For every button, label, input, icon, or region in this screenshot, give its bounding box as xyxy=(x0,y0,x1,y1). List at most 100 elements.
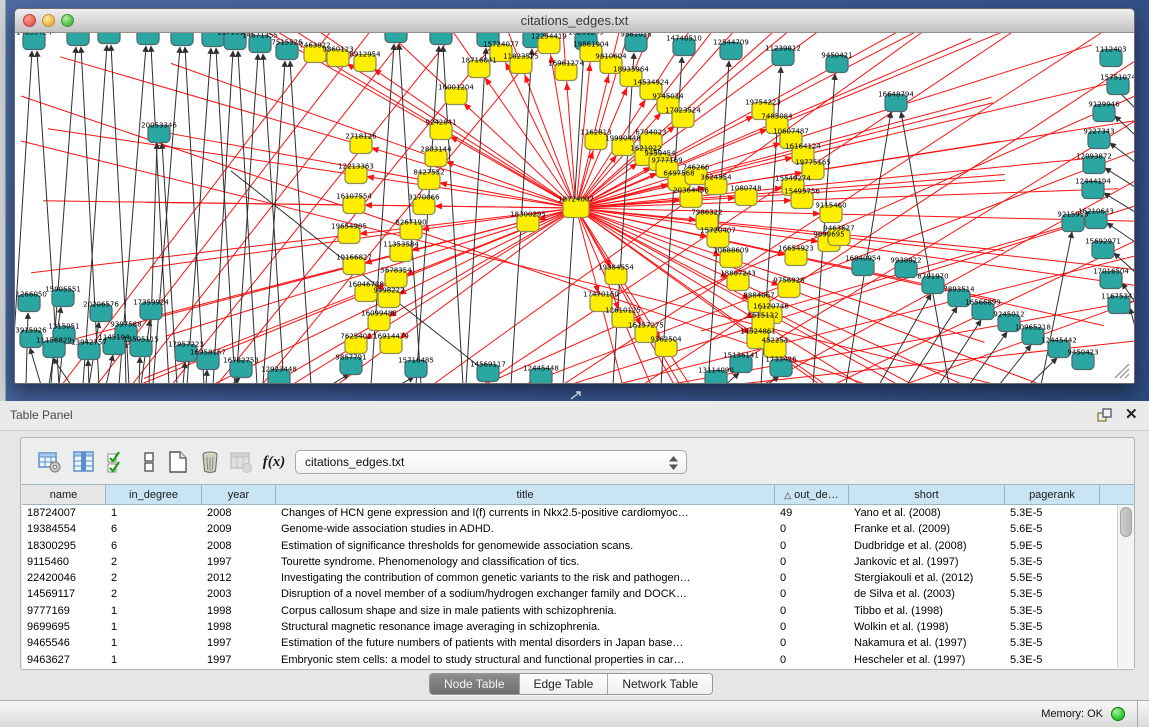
column-header-pagerank[interactable]: pagerank xyxy=(1005,485,1100,504)
table-cell[interactable]: 14569117 xyxy=(22,586,106,602)
table-cell[interactable]: 9777169 xyxy=(22,603,106,619)
table-cell[interactable]: Tourette syndrome. Phenomenology and cla… xyxy=(276,554,775,570)
table-cell[interactable]: 0 xyxy=(775,603,849,619)
table-cell[interactable]: 1 xyxy=(106,635,202,651)
table-cell[interactable]: 0 xyxy=(775,570,849,586)
table-cell[interactable]: 22420046 xyxy=(22,570,106,586)
citation-network-graph[interactable]: 1405572420691406946554610653267152760269… xyxy=(15,33,1134,383)
table-cell[interactable]: 2003 xyxy=(202,586,276,602)
table-cell[interactable]: 2 xyxy=(106,570,202,586)
table-cell[interactable]: Changes of HCN gene expression and I(f) … xyxy=(276,505,775,521)
column-header-name[interactable]: name xyxy=(22,485,106,504)
table-cell[interactable]: 5.9E-5 xyxy=(1005,538,1100,554)
table-cell[interactable]: 0 xyxy=(775,554,849,570)
table-cell[interactable]: 0 xyxy=(775,635,849,651)
table-cell[interactable]: 0 xyxy=(775,586,849,602)
table-cell[interactable]: 5.3E-5 xyxy=(1005,586,1100,602)
table-cell[interactable]: 1 xyxy=(106,603,202,619)
table-cell[interactable]: 5.6E-5 xyxy=(1005,521,1100,537)
table-cell[interactable]: 1 xyxy=(106,505,202,521)
column-header-in_degree[interactable]: in_degree xyxy=(106,485,202,504)
table-cell[interactable]: 5.3E-5 xyxy=(1005,619,1100,635)
table-cell[interactable]: 0 xyxy=(775,521,849,537)
table-cell[interactable]: Nakamura et al. (1997) xyxy=(849,635,1005,651)
table-cell[interactable]: Disruption of a novel member of a sodium… xyxy=(276,586,775,602)
column-header-short[interactable]: short xyxy=(849,485,1005,504)
table-cell[interactable]: 9463627 xyxy=(22,652,106,668)
table-cell[interactable]: Investigating the contribution of common… xyxy=(276,570,775,586)
table-cell[interactable]: 2 xyxy=(106,586,202,602)
table-cell[interactable]: 9699695 xyxy=(22,619,106,635)
create-table-icon[interactable] xyxy=(165,449,191,475)
table-cell[interactable]: Stergiakouli et al. (2012) xyxy=(849,570,1005,586)
network-window-titlebar[interactable]: citations_edges.txt xyxy=(15,9,1134,33)
table-cell[interactable]: 0 xyxy=(775,619,849,635)
row-height-icon[interactable] xyxy=(136,449,162,475)
table-cell[interactable]: Hescheler et al. (1997) xyxy=(849,652,1005,668)
table-row[interactable]: 969969511998Structural magnetic resonanc… xyxy=(22,619,1134,635)
table-row[interactable]: 977716911998Corpus callosum shape and si… xyxy=(22,603,1134,619)
table-cell[interactable]: 2 xyxy=(106,554,202,570)
graph-node[interactable] xyxy=(98,33,120,44)
table-cell[interactable]: 0 xyxy=(775,652,849,668)
graph-node[interactable] xyxy=(171,33,193,46)
table-row[interactable]: 1830029562008Estimation of significance … xyxy=(22,538,1134,554)
table-cell[interactable]: Tibbo et al. (1998) xyxy=(849,603,1005,619)
table-cell[interactable]: 2008 xyxy=(202,538,276,554)
table-row[interactable]: 2242004622012Investigating the contribut… xyxy=(22,570,1134,586)
column-header-out_de[interactable]: △out_de… xyxy=(775,485,849,504)
table-cell[interactable]: Structural magnetic resonance image aver… xyxy=(276,619,775,635)
table-cell[interactable]: Jankovic et al. (1997) xyxy=(849,554,1005,570)
table-row[interactable]: 911546021997Tourette syndrome. Phenomeno… xyxy=(22,554,1134,570)
function-builder-icon[interactable]: f(x) xyxy=(261,449,287,475)
select-columns-icon[interactable] xyxy=(104,449,130,475)
show-columns-icon[interactable] xyxy=(71,449,97,475)
table-cell[interactable]: 1 xyxy=(106,652,202,668)
table-cell[interactable]: 5.3E-5 xyxy=(1005,635,1100,651)
table-cell[interactable]: 1 xyxy=(106,619,202,635)
table-cell[interactable]: Franke et al. (2009) xyxy=(849,521,1005,537)
table-cell[interactable]: 1997 xyxy=(202,652,276,668)
table-cell[interactable]: 5.5E-5 xyxy=(1005,570,1100,586)
table-cell[interactable]: 5.3E-5 xyxy=(1005,505,1100,521)
delete-table-icon[interactable] xyxy=(197,449,223,475)
close-panel-icon[interactable]: ✕ xyxy=(1125,407,1141,423)
network-canvas[interactable]: 1405572420691406946554610653267152760269… xyxy=(15,33,1134,383)
table-row[interactable]: 946362711997Embryonic stem cells: a mode… xyxy=(22,652,1134,668)
table-cell[interactable]: Yano et al. (2008) xyxy=(849,505,1005,521)
float-panel-icon[interactable] xyxy=(1097,407,1113,423)
table-cell[interactable]: 2009 xyxy=(202,521,276,537)
table-cell[interactable]: 9115460 xyxy=(22,554,106,570)
table-cell[interactable]: Dudbridge et al. (2008) xyxy=(849,538,1005,554)
table-cell[interactable]: Embryonic stem cells: a model to study s… xyxy=(276,652,775,668)
table-scrollbar[interactable] xyxy=(1117,505,1134,668)
table-cell[interactable]: 1997 xyxy=(202,554,276,570)
table-cell[interactable]: de Silva et al. (2003) xyxy=(849,586,1005,602)
table-body[interactable]: 1872400712008Changes of HCN gene express… xyxy=(22,505,1134,668)
table-cell[interactable]: 1997 xyxy=(202,635,276,651)
table-row[interactable]: 1938455462009Genome-wide association stu… xyxy=(22,521,1134,537)
table-cell[interactable]: 0 xyxy=(775,538,849,554)
graph-node[interactable] xyxy=(137,33,159,45)
table-cell[interactable]: 18724007 xyxy=(22,505,106,521)
table-cell[interactable]: 6 xyxy=(106,538,202,554)
table-selector-dropdown[interactable]: citations_edges.txt xyxy=(295,450,687,474)
table-cell[interactable]: 6 xyxy=(106,521,202,537)
table-cell[interactable]: Wolkin et al. (1998) xyxy=(849,619,1005,635)
table-cell[interactable]: 2008 xyxy=(202,505,276,521)
table-options-icon[interactable] xyxy=(37,449,63,475)
table-row[interactable]: 1872400712008Changes of HCN gene express… xyxy=(22,505,1134,521)
table-cell[interactable]: 2012 xyxy=(202,570,276,586)
graph-node[interactable] xyxy=(430,33,452,45)
table-cell[interactable]: 5.3E-5 xyxy=(1005,652,1100,668)
table-cell[interactable]: 5.3E-5 xyxy=(1005,603,1100,619)
table-cell[interactable]: 5.3E-5 xyxy=(1005,554,1100,570)
import-table-icon[interactable] xyxy=(228,449,254,475)
graph-node[interactable] xyxy=(385,33,407,43)
table-cell[interactable]: 9465546 xyxy=(22,635,106,651)
table-cell[interactable]: Estimation of the future numbers of pati… xyxy=(276,635,775,651)
column-header-title[interactable]: title xyxy=(276,485,775,504)
table-row[interactable]: 1456911722003Disruption of a novel membe… xyxy=(22,586,1134,602)
table-cell[interactable]: 19384554 xyxy=(22,521,106,537)
table-cell[interactable]: 1998 xyxy=(202,619,276,635)
